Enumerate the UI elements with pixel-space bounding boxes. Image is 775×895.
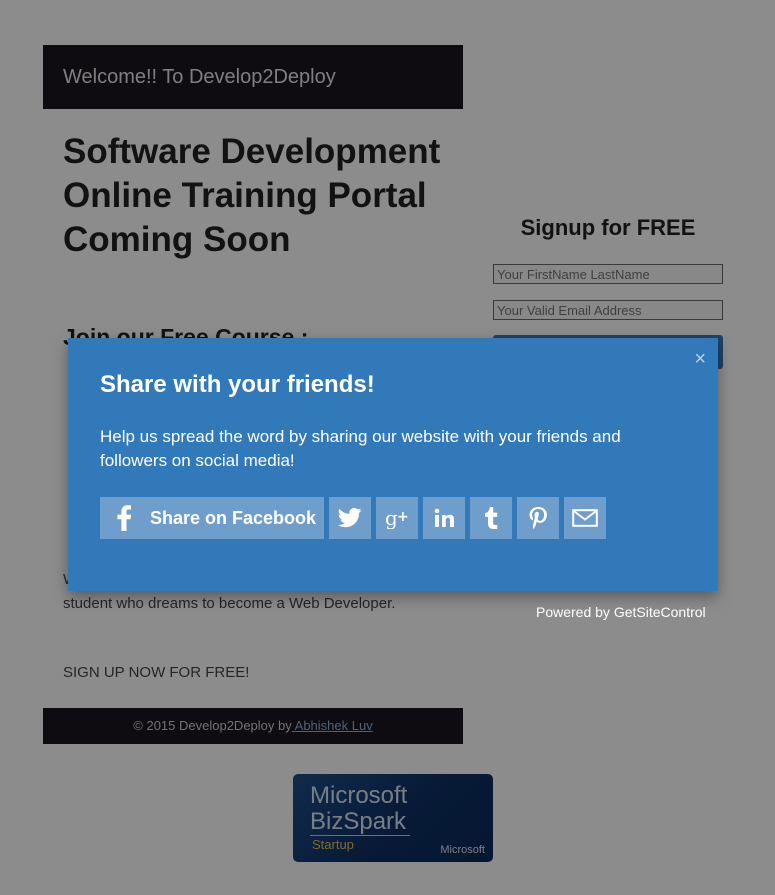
share-modal: × Share with your friends! Help us sprea… bbox=[68, 338, 718, 591]
facebook-icon bbox=[112, 505, 136, 531]
modal-title: Share with your friends! bbox=[100, 371, 375, 398]
share-tumblr-button[interactable] bbox=[470, 497, 512, 539]
share-buttons: Share on Facebook g + bbox=[100, 497, 606, 539]
tumblr-icon bbox=[484, 507, 498, 529]
twitter-icon bbox=[338, 508, 362, 528]
share-email-button[interactable] bbox=[564, 497, 606, 539]
powered-by-text[interactable]: Powered by GetSiteControl bbox=[536, 604, 706, 620]
close-icon[interactable]: × bbox=[694, 348, 706, 370]
modal-description: Help us spread the word by sharing our w… bbox=[100, 427, 621, 470]
email-icon bbox=[572, 509, 598, 527]
share-facebook-label: Share on Facebook bbox=[150, 507, 317, 528]
svg-text:+: + bbox=[397, 509, 409, 525]
share-google-plus-button[interactable]: g + bbox=[376, 497, 418, 539]
share-linkedin-button[interactable] bbox=[423, 497, 465, 539]
google-plus-icon: g + bbox=[384, 507, 410, 529]
share-twitter-button[interactable] bbox=[329, 497, 371, 539]
share-facebook-button[interactable]: Share on Facebook bbox=[100, 497, 324, 539]
linkedin-icon bbox=[434, 508, 454, 528]
share-pinterest-button[interactable] bbox=[517, 497, 559, 539]
pinterest-icon bbox=[529, 507, 547, 529]
